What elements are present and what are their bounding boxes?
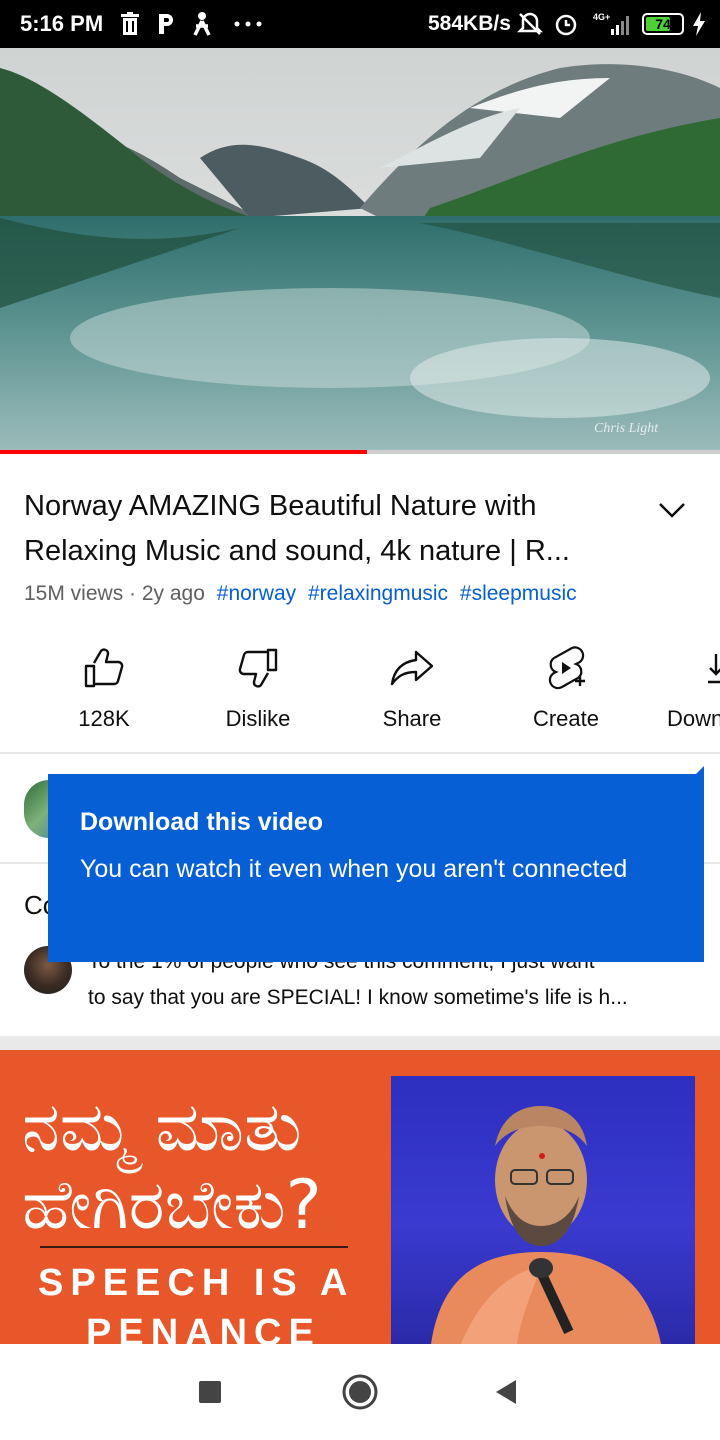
hashtag-link[interactable]: #norway (217, 582, 296, 605)
section-separator (0, 1036, 720, 1050)
expand-description-button[interactable] (652, 494, 692, 526)
dislike-button[interactable]: Dislike (198, 640, 318, 732)
view-count: 15M views · 2y ago (24, 582, 205, 605)
status-time: 5:16 PM (20, 11, 104, 36)
person-icon (190, 10, 214, 38)
thumbnail-text: SPEECH IS A (38, 1262, 355, 1304)
download-label: Down (667, 706, 720, 731)
home-circle-icon (342, 1374, 378, 1410)
parking-icon (154, 10, 178, 38)
video-meta: 15M views · 2y ago #norway #relaxingmusi… (24, 582, 577, 606)
action-row: 128K Dislike Share Create Down (0, 640, 720, 740)
back-triangle-icon (496, 1380, 516, 1404)
battery-indicator: 74 (642, 13, 684, 35)
system-nav-bar (0, 1344, 720, 1440)
download-icon (708, 654, 720, 684)
download-button[interactable]: Down (660, 640, 720, 732)
hashtag-link[interactable]: #relaxingmusic (308, 582, 448, 605)
download-tooltip[interactable]: Download this video You can watch it eve… (48, 774, 704, 962)
more-dots-icon (232, 10, 264, 38)
speaker-illustration (431, 1106, 661, 1344)
status-bar: 5:16 PM 584KB/s 4G+ 74 (0, 0, 720, 48)
thumbnail-rule (40, 1246, 348, 1248)
thumbs-down-icon (238, 648, 278, 688)
tooltip-title: Download this video (80, 808, 324, 836)
trash-icon (118, 10, 142, 38)
create-shorts-icon (548, 646, 585, 690)
comment-line: to say that you are SPECIAL! I know some… (88, 986, 628, 1009)
video-progress-fill (0, 450, 368, 454)
create-button[interactable]: Create (506, 640, 626, 732)
thumbnail-text: ಹೇಗಿರಬೇಕು? (22, 1166, 322, 1245)
thumbnail-text: PENANCE (86, 1312, 321, 1344)
share-label: Share (382, 706, 442, 731)
recents-square-icon (199, 1381, 221, 1403)
like-button[interactable]: 128K (44, 640, 164, 732)
signal-icon: 4G+ (590, 10, 634, 38)
thumbnail-text: ನಮ್ಮ ಮಾತು (22, 1088, 302, 1167)
video-frame-image: Chris Light (0, 48, 720, 452)
home-button[interactable] (340, 1372, 380, 1412)
back-button[interactable] (486, 1372, 526, 1412)
like-count: 128K (78, 706, 130, 731)
svg-text:4G+: 4G+ (593, 12, 610, 22)
dislike-label: Dislike (225, 706, 291, 731)
create-label: Create (532, 706, 600, 731)
thumbs-up-icon (84, 648, 124, 688)
hashtag-link[interactable]: #sleepmusic (460, 582, 577, 605)
chevron-down-icon (659, 503, 685, 518)
charging-icon (690, 10, 708, 38)
video-player[interactable]: Chris Light (0, 48, 720, 452)
video-progress-bar[interactable] (0, 450, 720, 454)
mute-icon (516, 10, 544, 38)
battery-level: 74 (655, 16, 671, 32)
next-video-thumbnail[interactable]: ನಮ್ಮ ಮಾತು ಹೇಗಿರಬೇಕು? SPEECH IS A PENANCE (0, 1050, 720, 1344)
alarm-icon (552, 10, 580, 38)
share-arrow-icon (390, 650, 434, 686)
video-watermark: Chris Light (594, 421, 659, 436)
network-speed: 584KB/s (428, 12, 511, 35)
share-button[interactable]: Share (352, 640, 472, 732)
speaker-photo (391, 1076, 695, 1344)
divider (0, 752, 720, 754)
tooltip-body: You can watch it even when you aren't co… (80, 855, 628, 883)
recents-button[interactable] (190, 1372, 230, 1412)
video-title[interactable]: Norway AMAZING Beautiful Nature with Rel… (24, 484, 634, 574)
